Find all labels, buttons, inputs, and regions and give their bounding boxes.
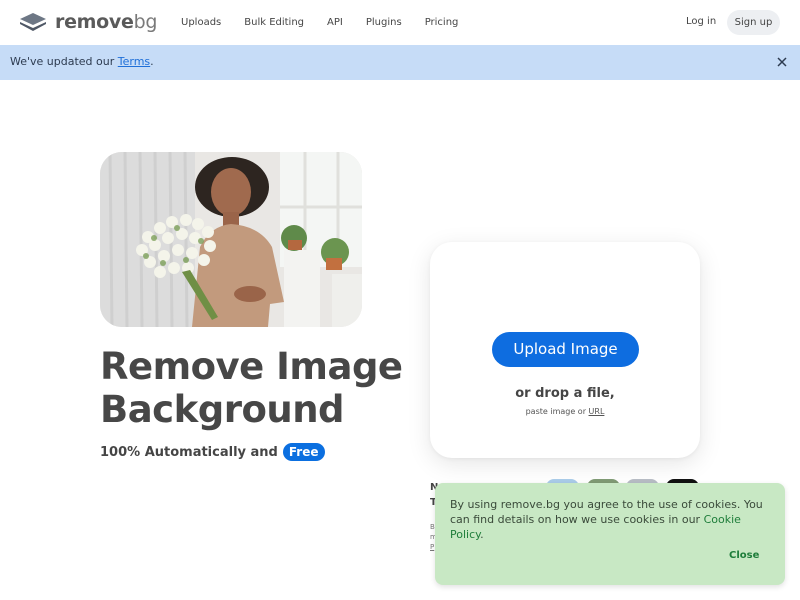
close-icon[interactable]: [774, 54, 790, 70]
top-header: removebg Uploads Bulk Editing API Plugin…: [0, 0, 800, 45]
logo[interactable]: removebg: [19, 11, 157, 33]
nav-plugins[interactable]: Plugins: [366, 17, 402, 28]
terms-banner: We've updated our Terms.: [0, 45, 800, 80]
paste-url-link[interactable]: URL: [589, 407, 605, 416]
hero-subtitle: 100% Automatically and Free: [100, 443, 325, 461]
free-badge: Free: [282, 443, 325, 461]
logo-icon: [20, 13, 46, 31]
upload-card[interactable]: Upload Image or drop a file, paste image…: [430, 242, 700, 458]
nav-api[interactable]: API: [327, 17, 343, 28]
logo-text: removebg: [55, 11, 158, 33]
banner-text: We've updated our Terms.: [10, 55, 154, 68]
terms-note-line3[interactable]: P: [430, 543, 434, 551]
terms-link[interactable]: Terms: [118, 55, 150, 68]
nav-bulk-editing[interactable]: Bulk Editing: [244, 17, 304, 28]
nav-pricing[interactable]: Pricing: [425, 17, 459, 28]
cookie-text: By using remove.bg you agree to the use …: [450, 498, 763, 541]
hero-image: [100, 152, 362, 327]
main-nav: Uploads Bulk Editing API Plugins Pricing: [181, 0, 481, 45]
login-link[interactable]: Log in: [686, 16, 716, 27]
upload-image-button[interactable]: Upload Image: [492, 332, 639, 367]
cookie-consent: By using remove.bg you agree to the use …: [435, 483, 785, 585]
page-title: Remove Image Background: [100, 345, 403, 431]
cookie-close-button[interactable]: Close: [729, 550, 759, 561]
paste-text: paste image or URL: [525, 407, 605, 416]
signup-button[interactable]: Sign up: [727, 10, 780, 35]
nav-uploads[interactable]: Uploads: [181, 17, 221, 28]
drop-file-text: or drop a file,: [515, 386, 615, 401]
